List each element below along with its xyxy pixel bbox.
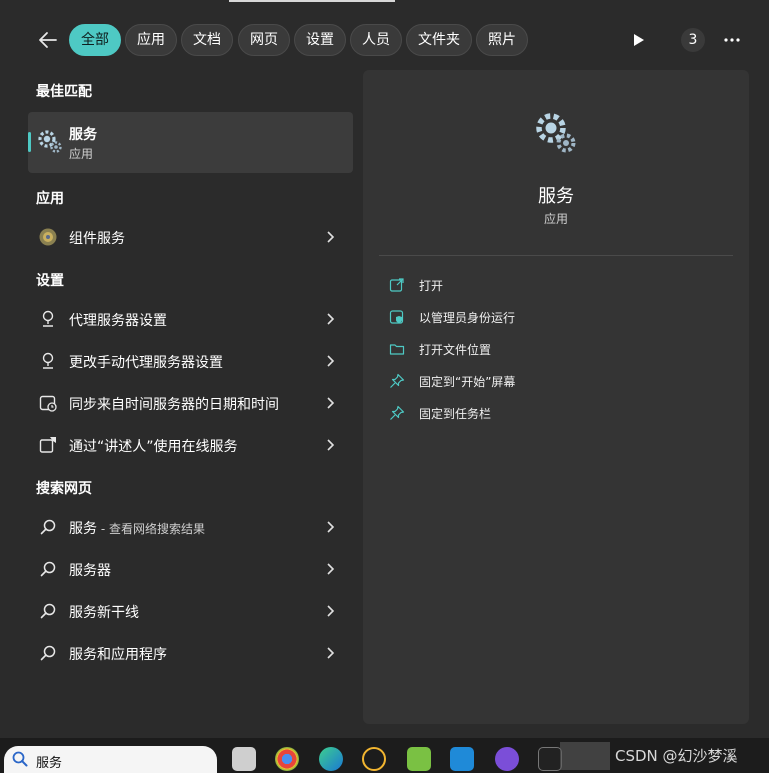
app-circle-icon[interactable]: [362, 747, 386, 771]
filter-tab-web[interactable]: 网页: [238, 24, 290, 56]
services-gear-icon: [38, 130, 62, 153]
pin-icon: [390, 373, 405, 388]
services-gear-icon: [536, 113, 576, 153]
web-result-suffix: - 查看网络搜索结果: [97, 522, 205, 536]
web-search-heading: 搜索网页: [36, 481, 92, 497]
narrator-icon: [39, 437, 56, 453]
best-match-title: 服务: [69, 127, 97, 143]
settings-result-manual-proxy[interactable]: 更改手动代理服务器设置: [28, 343, 353, 379]
selection-indicator: [28, 132, 31, 152]
apps-heading: 应用: [36, 191, 64, 207]
pin-icon: [390, 405, 405, 420]
chevron-right-icon[interactable]: [323, 230, 337, 244]
filter-tab-documents[interactable]: 文档: [181, 24, 233, 56]
folder-icon: [389, 344, 405, 355]
result-detail-pane: 服务 应用 打开 以管理员身份运行 打开文件位置 固定到“开始”屏幕 固定到任务…: [363, 70, 749, 724]
chevron-right-icon[interactable]: [323, 562, 337, 576]
chevron-right-icon[interactable]: [323, 604, 337, 618]
filter-tab-apps[interactable]: 应用: [125, 24, 177, 56]
action-label: 以管理员身份运行: [419, 311, 516, 325]
filter-tab-people[interactable]: 人员: [350, 24, 402, 56]
chevron-right-icon[interactable]: [323, 312, 337, 326]
detail-app-name: 服务: [538, 186, 574, 207]
settings-result-label: 更改手动代理服务器设置: [69, 355, 223, 371]
detail-divider: [379, 255, 733, 256]
chevron-right-icon[interactable]: [323, 646, 337, 660]
top-edge-highlight: [229, 0, 395, 2]
taskbar-search-box[interactable]: 服务: [4, 746, 217, 773]
settings-result-proxy[interactable]: 代理服务器设置: [28, 301, 353, 337]
chevron-right-icon[interactable]: [323, 354, 337, 368]
filter-tab-photos[interactable]: 照片: [476, 24, 528, 56]
search-query-text: 服务: [36, 756, 63, 771]
action-label: 打开文件位置: [419, 343, 492, 357]
action-pin-to-start[interactable]: 固定到“开始”屏幕: [389, 367, 689, 395]
edge-icon[interactable]: [319, 747, 343, 771]
action-run-as-admin[interactable]: 以管理员身份运行: [389, 303, 689, 331]
action-pin-to-taskbar[interactable]: 固定到任务栏: [389, 399, 689, 427]
search-icon: [40, 645, 56, 661]
back-arrow-icon[interactable]: [36, 28, 60, 52]
task-view-icon[interactable]: [232, 747, 256, 771]
action-label: 固定到任务栏: [419, 407, 492, 421]
web-result-label: 服务 - 查看网络搜索结果: [69, 518, 205, 538]
web-result-label: 服务新干线: [69, 605, 139, 621]
open-external-icon: [389, 278, 404, 292]
chrome-icon[interactable]: [275, 747, 299, 771]
search-icon: [40, 519, 56, 535]
filter-tab-settings[interactable]: 设置: [294, 24, 346, 56]
web-result-services-and-apps[interactable]: 服务和应用程序: [28, 635, 353, 671]
chevron-right-icon[interactable]: [323, 438, 337, 452]
ide-icon[interactable]: [538, 747, 562, 771]
detail-app-kind: 应用: [543, 212, 568, 226]
rewards-count-badge[interactable]: 3: [681, 28, 705, 52]
settings-result-narrator-online[interactable]: 通过“讲述人”使用在线服务: [28, 427, 353, 463]
best-match-heading: 最佳匹配: [36, 84, 92, 100]
play-icon[interactable]: [628, 30, 648, 50]
settings-result-label: 同步来自时间服务器的日期和时间: [69, 397, 279, 413]
web-result-services[interactable]: 服务 - 查看网络搜索结果: [28, 509, 353, 545]
search-icon: [12, 751, 28, 767]
github-icon[interactable]: [495, 747, 519, 771]
app-result-label: 组件服务: [69, 231, 125, 247]
app-result-component-services[interactable]: 组件服务: [28, 219, 353, 255]
chevron-right-icon[interactable]: [323, 396, 337, 410]
web-result-label: 服务器: [69, 563, 111, 579]
network-globe-icon: [42, 352, 54, 369]
action-open[interactable]: 打开: [389, 271, 689, 299]
settings-result-time-sync[interactable]: 同步来自时间服务器的日期和时间: [28, 385, 353, 421]
component-services-icon: [39, 228, 57, 246]
action-label: 固定到“开始”屏幕: [419, 375, 516, 389]
settings-heading: 设置: [36, 273, 64, 289]
shield-admin-icon: [389, 310, 404, 324]
filter-tab-folders[interactable]: 文件夹: [406, 24, 472, 56]
start-search-panel: 全部 应用 文档 网页 设置 人员 文件夹 照片 3 最佳匹配 服务 应用 应用…: [0, 0, 769, 738]
best-match-subtitle: 应用: [69, 147, 94, 161]
network-globe-icon: [42, 310, 54, 327]
chevron-right-icon[interactable]: [323, 520, 337, 534]
calendar-clock-icon: [39, 395, 57, 412]
settings-result-label: 通过“讲述人”使用在线服务: [69, 439, 238, 455]
vscode-icon[interactable]: [450, 747, 474, 771]
notepad-icon[interactable]: [407, 747, 431, 771]
watermark-text: CSDN @幻沙梦溪: [615, 747, 738, 765]
web-result-label: 服务和应用程序: [69, 647, 167, 663]
web-result-server[interactable]: 服务器: [28, 551, 353, 587]
search-icon: [40, 603, 56, 619]
web-result-service-line[interactable]: 服务新干线: [28, 593, 353, 629]
search-icon: [40, 561, 56, 577]
action-label: 打开: [419, 279, 444, 293]
filter-tab-all[interactable]: 全部: [69, 24, 121, 56]
blurred-tray-area: [560, 742, 610, 770]
settings-result-label: 代理服务器设置: [69, 313, 167, 329]
action-open-file-location[interactable]: 打开文件位置: [389, 335, 689, 363]
web-result-query: 服务: [69, 521, 97, 537]
more-options-icon[interactable]: [722, 30, 742, 50]
best-match-result[interactable]: 服务 应用: [28, 112, 353, 173]
